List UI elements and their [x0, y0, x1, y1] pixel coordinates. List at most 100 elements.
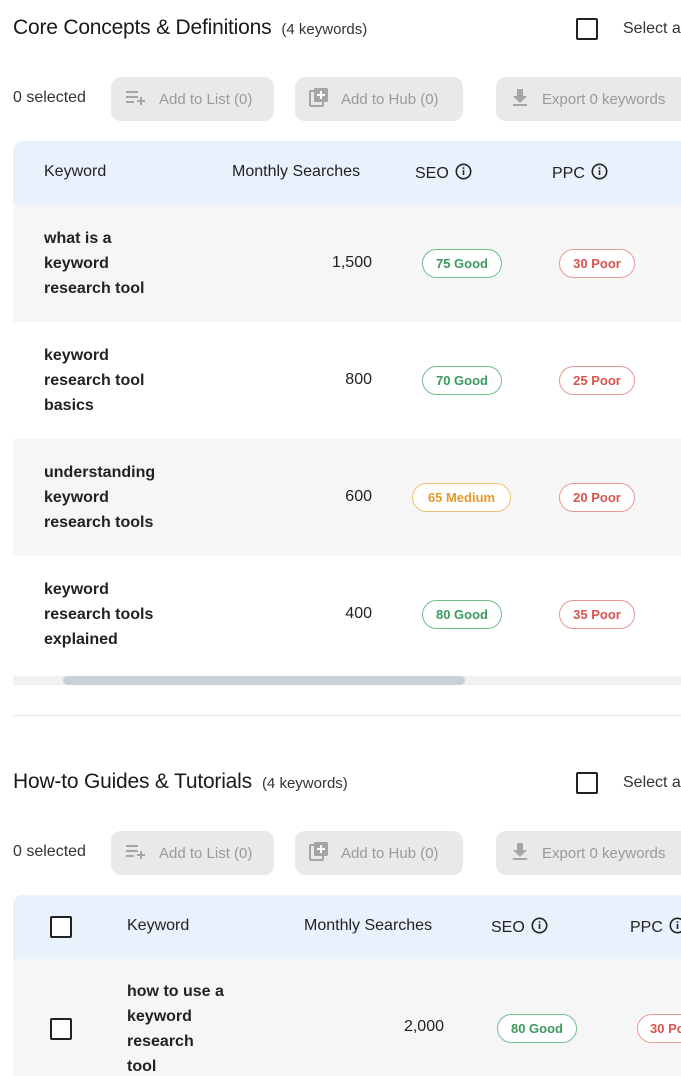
keyword-text-line: tool: [127, 1058, 157, 1075]
keyword-group-core-concepts: Core Concepts & Definitions (4 keywords)…: [0, 0, 681, 715]
keyword-text-line: how to use a: [127, 983, 224, 1000]
column-header-keyword[interactable]: Keyword: [44, 163, 106, 181]
table-row[interactable]: keyword research tool basics 800 70 Good…: [13, 322, 681, 439]
row-select-checkbox[interactable]: [50, 1018, 72, 1040]
keyword-text-line: keyword: [44, 489, 109, 506]
keyword-text-line: research: [127, 1033, 194, 1050]
bulk-actions-toolbar: 0 selected Add to List (0) Add to Hub (0…: [0, 77, 681, 121]
section-header: Core Concepts & Definitions (4 keywords): [13, 16, 367, 40]
keyword-text-line: keyword: [127, 1008, 192, 1025]
header-select-checkbox[interactable]: [50, 916, 72, 938]
column-header-seo[interactable]: SEO: [491, 917, 548, 939]
keyword-text-line: research tools: [44, 606, 154, 623]
library-add-icon: [309, 87, 341, 111]
horizontal-scrollbar[interactable]: [13, 676, 681, 685]
keyword-text-line: explained: [44, 631, 118, 648]
export-keywords-button[interactable]: Export 0 keywords: [496, 77, 681, 121]
section-divider: [13, 715, 681, 716]
keyword-text-line: research tool: [44, 280, 145, 297]
select-all-checkbox[interactable]: [576, 772, 598, 794]
add-to-hub-label: Add to Hub (0): [341, 90, 439, 108]
info-icon[interactable]: [669, 917, 681, 939]
monthly-searches-cell: 400: [345, 605, 372, 622]
keyword-cell: understanding keyword research tools: [44, 460, 155, 535]
keyword-text-line: basics: [44, 397, 94, 414]
selected-count: 0 selected: [13, 89, 86, 106]
section-keyword-count: (4 keywords): [281, 21, 368, 38]
keyword-text-line: research tools: [44, 514, 154, 531]
keyword-cell: what is a keyword research tool: [44, 226, 144, 301]
monthly-searches-cell: 2,000: [403, 1018, 444, 1035]
export-keywords-button[interactable]: Export 0 keywords: [496, 831, 681, 875]
section-keyword-count: (4 keywords): [261, 775, 348, 792]
keywords-table: Keyword Monthly Searches SEO PPC how to …: [13, 895, 681, 1076]
ppc-score-badge: 25 Poor: [559, 366, 635, 395]
add-to-hub-button[interactable]: Add to Hub (0): [295, 831, 463, 875]
monthly-searches-cell: 600: [345, 488, 372, 505]
playlist-add-icon: [125, 843, 159, 863]
column-header-monthly-searches[interactable]: Monthly Searches: [232, 163, 360, 181]
table-header: Keyword Monthly Searches SEO PPC: [13, 141, 681, 205]
table-row[interactable]: understanding keyword research tools 600…: [13, 439, 681, 556]
bulk-actions-toolbar: 0 selected Add to List (0) Add to Hub (0…: [0, 831, 681, 875]
add-to-list-label: Add to List (0): [159, 90, 253, 108]
ppc-score-badge: 30 Po: [637, 1014, 681, 1043]
seo-header-label: SEO: [415, 165, 449, 182]
column-header-monthly-searches[interactable]: Monthly Searches: [304, 917, 432, 935]
export-keywords-label: Export 0 keywords: [542, 90, 666, 108]
table-row[interactable]: how to use a keyword research tool 2,000…: [13, 959, 681, 1076]
column-header-ppc[interactable]: PPC: [552, 163, 608, 185]
playlist-add-icon: [125, 89, 159, 109]
keyword-cell: how to use a keyword research tool: [127, 979, 224, 1076]
keyword-text-line: keyword: [44, 347, 109, 364]
ppc-header-label: PPC: [552, 165, 585, 182]
keyword-cell: keyword research tool basics: [44, 343, 144, 418]
library-add-icon: [309, 841, 341, 865]
add-to-list-button[interactable]: Add to List (0): [111, 77, 274, 121]
seo-score-badge: 70 Good: [422, 366, 502, 395]
info-icon[interactable]: [531, 917, 548, 939]
keyword-cell: keyword research tools explained: [44, 577, 153, 652]
add-to-hub-label: Add to Hub (0): [341, 844, 439, 862]
selected-count: 0 selected: [13, 843, 86, 860]
seo-score-badge: 80 Good: [497, 1014, 577, 1043]
table-row[interactable]: keyword research tools explained 400 80 …: [13, 556, 681, 673]
keyword-group-how-to-guides: How-to Guides & Tutorials (4 keywords) S…: [0, 755, 681, 1076]
keyword-text-line: research tool: [44, 372, 145, 389]
section-title: How-to Guides & Tutorials: [13, 770, 252, 793]
column-header-seo[interactable]: SEO: [415, 163, 472, 185]
monthly-searches-cell: 800: [345, 371, 372, 388]
column-header-ppc[interactable]: PPC: [630, 917, 681, 939]
seo-header-label: SEO: [491, 919, 525, 936]
select-all-label: Select a: [623, 20, 681, 37]
info-icon[interactable]: [591, 163, 608, 185]
select-all-control[interactable]: Select a: [576, 772, 681, 794]
ppc-score-badge: 30 Poor: [559, 249, 635, 278]
section-header: How-to Guides & Tutorials (4 keywords): [13, 770, 348, 794]
select-all-control[interactable]: Select a: [576, 18, 681, 40]
keyword-text-line: keyword: [44, 581, 109, 598]
select-all-checkbox[interactable]: [576, 18, 598, 40]
download-icon: [510, 841, 542, 865]
seo-score-badge: 80 Good: [422, 600, 502, 629]
download-icon: [510, 87, 542, 111]
table-row[interactable]: what is a keyword research tool 1,500 75…: [13, 205, 681, 322]
keyword-text-line: what is a: [44, 230, 112, 247]
section-title: Core Concepts & Definitions: [13, 16, 272, 39]
keywords-table: Keyword Monthly Searches SEO PPC what is…: [13, 141, 681, 687]
column-header-keyword[interactable]: Keyword: [127, 917, 189, 935]
monthly-searches-cell: 1,500: [331, 254, 372, 271]
ppc-score-badge: 20 Poor: [559, 483, 635, 512]
keyword-text-line: understanding: [44, 464, 156, 481]
add-to-list-label: Add to List (0): [159, 844, 253, 862]
ppc-score-badge: 35 Poor: [559, 600, 635, 629]
seo-score-badge: 75 Good: [422, 249, 502, 278]
select-all-label: Select a: [623, 774, 681, 791]
seo-score-badge: 65 Medium: [412, 483, 511, 512]
info-icon[interactable]: [455, 163, 472, 185]
keyword-text-line: keyword: [44, 255, 109, 272]
export-keywords-label: Export 0 keywords: [542, 844, 666, 862]
scrollbar-thumb[interactable]: [63, 676, 465, 685]
add-to-list-button[interactable]: Add to List (0): [111, 831, 274, 875]
add-to-hub-button[interactable]: Add to Hub (0): [295, 77, 463, 121]
